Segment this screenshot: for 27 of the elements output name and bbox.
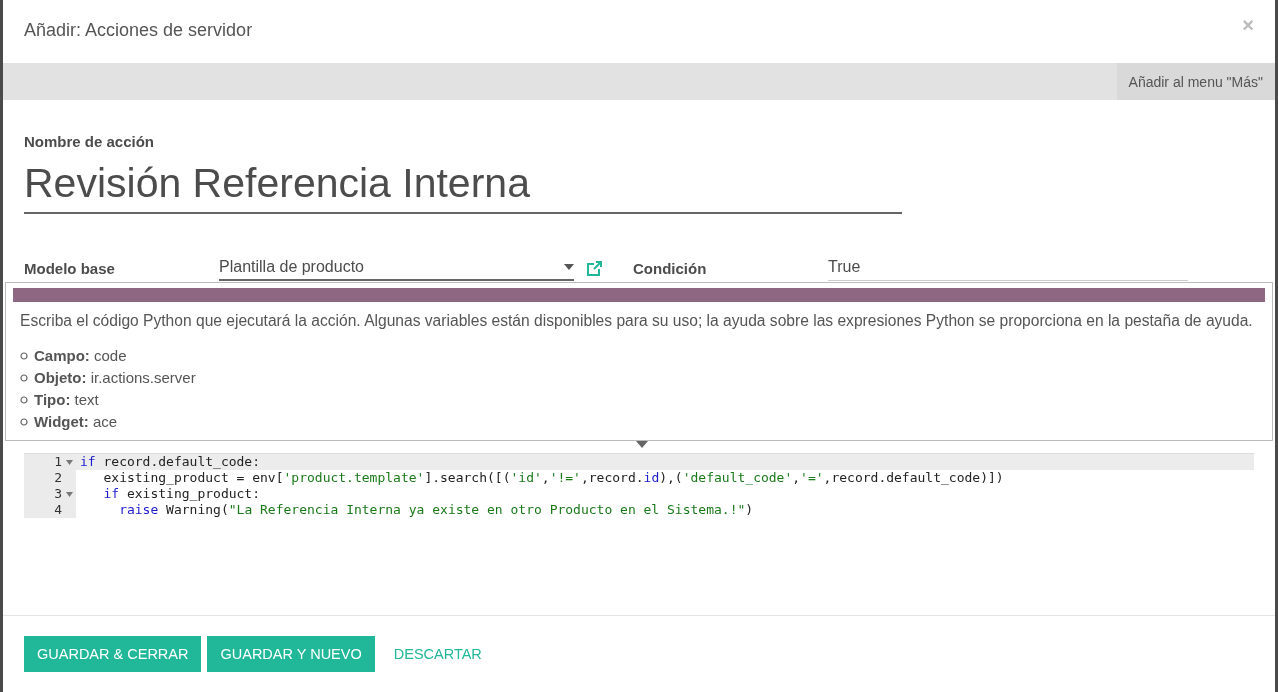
tooltip-text: Objeto: ir.actions.server — [34, 369, 196, 386]
tooltip-text: Tipo: text — [34, 391, 99, 408]
tooltip-text: Campo: code — [34, 347, 127, 364]
line-number: 1 — [54, 454, 62, 470]
code-line: if existing_product: — [102, 486, 261, 502]
line-number: 4 — [54, 502, 62, 518]
text-field[interactable]: True — [828, 256, 1188, 281]
field-label: Condición — [633, 260, 708, 279]
code-editor[interactable] — [24, 453, 1254, 518]
bullet-icon — [20, 373, 28, 382]
field-label: Nombre de acción — [24, 133, 156, 150]
add-to-menu-button[interactable]: Añadir al menu "Más" — [1116, 63, 1275, 100]
code-line: raise Warning("La Referencia Interna ya existe en otro Producto en el Sistema.!") — [118, 502, 754, 518]
code-line: existing_product = env['product.template'].search([('id','!=',record.id),('default_code','=',record.default_code)]) — [102, 470, 1004, 486]
bullet-icon — [20, 395, 28, 404]
dialog-title: Añadir: Acciones de servidor — [24, 19, 253, 41]
tooltip-arrow-icon — [636, 441, 648, 448]
line-number: 3 — [54, 486, 62, 502]
field-label: Modelo base — [24, 260, 116, 279]
caret-icon — [564, 264, 574, 270]
tooltip-text: Widget: ace — [34, 413, 118, 430]
line-number: 2 — [54, 470, 62, 486]
code-line: if record.default_code: — [79, 454, 261, 470]
bullet-icon — [20, 417, 28, 426]
bullet-icon — [20, 351, 28, 360]
name-field[interactable]: Revisión Referencia Interna — [24, 154, 902, 214]
tooltip-text: Escriba el código Python que ejecutará la acción. Algunas variables están disponibles para su uso; la ayuda sobre las expresiones Python se proporciona en la pestaña de ayuda. — [20, 312, 1254, 330]
